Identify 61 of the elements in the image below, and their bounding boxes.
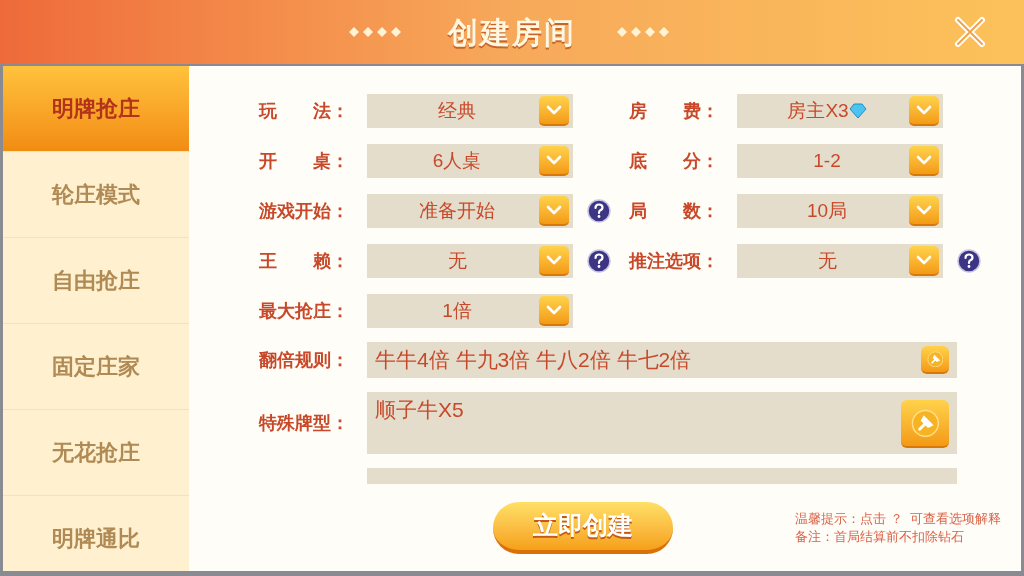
rule-value: 牛牛4倍 牛九3倍 牛八2倍 牛七2倍 xyxy=(375,347,692,374)
chevron-down-icon xyxy=(546,305,562,315)
dropdown-field[interactable]: 1倍 xyxy=(367,294,573,328)
option-label: 底 分： xyxy=(629,149,720,173)
dropdown-value: 无 xyxy=(817,248,837,273)
chevron-down-icon xyxy=(916,205,932,215)
option-label: 开 桌： xyxy=(259,149,350,173)
option-label: 房 费： xyxy=(629,99,720,123)
dropdown-value: 6人桌 xyxy=(432,148,482,173)
option-label: 局 数： xyxy=(629,199,720,223)
pin-icon xyxy=(926,350,944,368)
chevron-down-icon xyxy=(916,155,932,165)
chevron-down-icon xyxy=(916,255,932,265)
dropdown-button[interactable] xyxy=(539,96,569,126)
dropdown-value: 准备开始 xyxy=(419,198,495,223)
dropdown-button[interactable] xyxy=(909,196,939,226)
dropdown-button[interactable] xyxy=(909,246,939,276)
dropdown-field[interactable]: 准备开始 xyxy=(367,194,573,228)
dropdown-button[interactable] xyxy=(539,146,569,176)
option-label: 游戏开始： xyxy=(259,199,350,223)
dropdown-value: 10局 xyxy=(806,198,848,223)
chevron-down-icon xyxy=(916,105,932,115)
chevron-down-icon xyxy=(546,205,562,215)
rule-label: 翻倍规则： xyxy=(259,348,350,372)
tip-text: 温馨提示：点击 ？ 可查看选项解释 xyxy=(795,509,1001,528)
dropdown-button[interactable] xyxy=(909,146,939,176)
pin-button[interactable] xyxy=(901,400,949,448)
rule-value: 顺子牛X5 xyxy=(375,397,464,423)
dropdown-field[interactable]: 1-2 xyxy=(737,144,943,178)
sidebar-tab[interactable]: 明牌抢庄 xyxy=(3,66,189,152)
dropdown-value: 经典 xyxy=(438,98,476,123)
rule-label: 特殊牌型： xyxy=(259,411,350,435)
dropdown-button[interactable] xyxy=(909,96,939,126)
dropdown-field[interactable]: 无 xyxy=(737,244,943,278)
dropdown-button[interactable] xyxy=(539,296,569,326)
dropdown-field[interactable]: 10局 xyxy=(737,194,943,228)
option-label: 玩 法： xyxy=(259,99,350,123)
dropdown-field[interactable]: 房主X3 xyxy=(737,94,943,128)
option-label: 推注选项： xyxy=(629,249,720,273)
help-icon[interactable] xyxy=(957,249,981,273)
chevron-down-icon xyxy=(546,155,562,165)
close-icon xyxy=(952,14,988,50)
chevron-down-icon xyxy=(546,105,562,115)
dropdown-field[interactable]: 经典 xyxy=(367,94,573,128)
option-label: 最大抢庄： xyxy=(259,299,350,323)
chevron-down-icon xyxy=(546,255,562,265)
dropdown-button[interactable] xyxy=(539,196,569,226)
help-icon[interactable] xyxy=(587,249,611,273)
pin-button[interactable] xyxy=(921,346,949,374)
tip-text: 备注：首局结算前不扣除钻石 xyxy=(795,527,966,546)
dropdown-value: 房主X3 xyxy=(787,98,849,123)
window-title: 创建房间 xyxy=(448,14,576,51)
help-icon[interactable] xyxy=(587,199,611,223)
dropdown-button[interactable] xyxy=(539,246,569,276)
dropdown-value: 1倍 xyxy=(442,298,472,323)
dropdown-value: 无 xyxy=(447,248,467,273)
option-label: 王 赖： xyxy=(259,249,350,273)
pin-icon xyxy=(910,408,940,438)
dropdown-value: 1-2 xyxy=(813,148,841,173)
dropdown-field[interactable]: 无 xyxy=(367,244,573,278)
dropdown-field[interactable]: 6人桌 xyxy=(367,144,573,178)
